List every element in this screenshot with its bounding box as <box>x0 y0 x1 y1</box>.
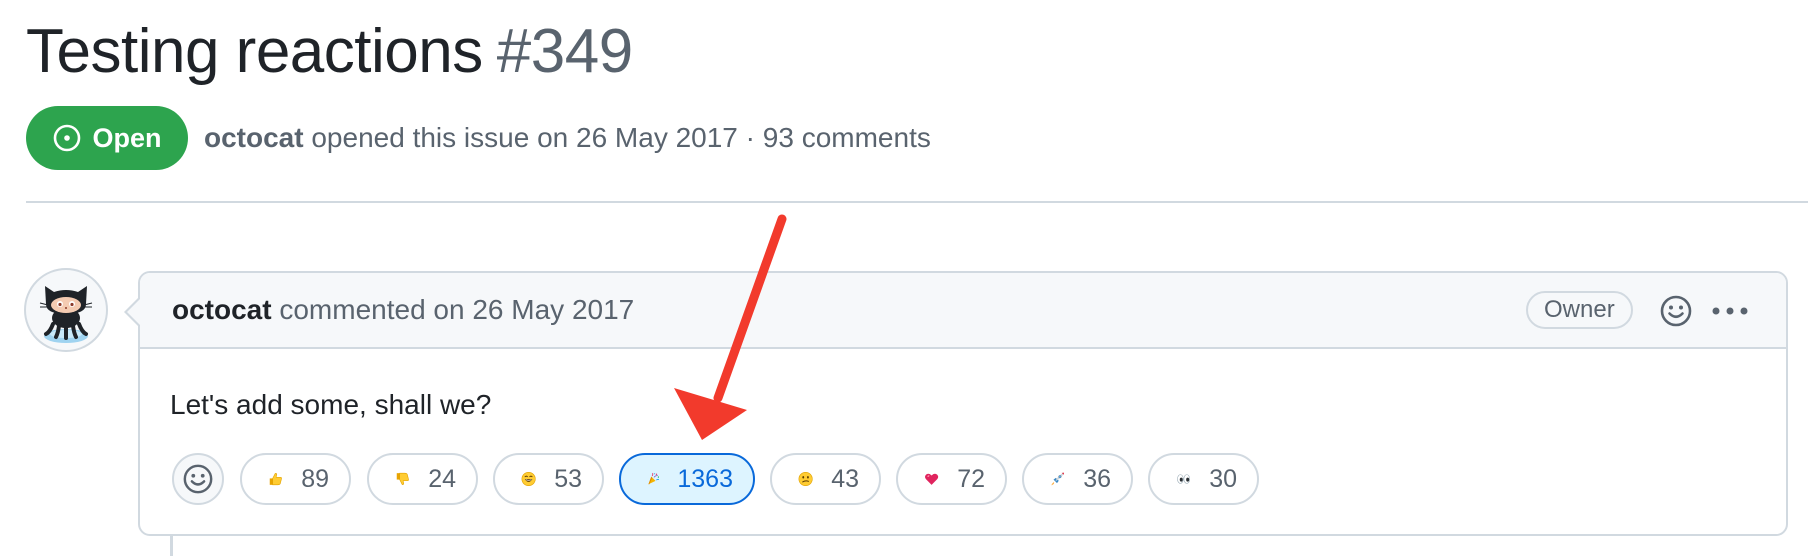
add-reaction-button[interactable] <box>172 453 224 505</box>
issue-author-link[interactable]: octocat <box>204 122 304 153</box>
issue-state-badge: Open <box>26 106 188 170</box>
party-popper-icon <box>648 472 660 485</box>
thumbs-down-icon <box>396 472 409 486</box>
reaction-laugh[interactable]: 53 <box>493 453 604 505</box>
reaction-rocket[interactable]: 36 <box>1022 453 1133 505</box>
reaction-confused[interactable]: 43 <box>770 453 881 505</box>
avatar[interactable] <box>24 268 108 352</box>
comment-header: octocat commented on 26 May 2017 Owner <box>140 273 1786 349</box>
kebab-horizontal-icon <box>1712 307 1748 315</box>
comment-meta: octocat commented on 26 May 2017 <box>172 293 634 327</box>
thumbs-up-icon <box>269 472 282 486</box>
reaction-count: 30 <box>1209 464 1237 493</box>
issue-meta: octocat opened this issue on 26 May 2017… <box>204 121 931 155</box>
owner-label: Owner <box>1526 291 1633 329</box>
smiley-icon <box>1660 295 1692 327</box>
comment-actions-button[interactable] <box>1708 291 1752 331</box>
reaction-count: 43 <box>831 464 859 493</box>
issue-comments-count: 93 comments <box>762 122 931 153</box>
octocat-avatar-icon <box>39 286 93 343</box>
confused-icon <box>798 471 813 487</box>
reaction-count: 36 <box>1083 464 1111 493</box>
eyes-icon <box>1177 474 1191 484</box>
issue-opened-text: opened this issue on 26 May 2017 <box>311 122 738 153</box>
reaction-eyes[interactable]: 30 <box>1148 453 1259 505</box>
reaction-count: 1363 <box>677 464 733 493</box>
header-divider <box>26 201 1808 203</box>
reaction-count: 53 <box>554 464 582 493</box>
issue-state-label: Open <box>92 122 162 153</box>
rocket-icon <box>1051 472 1065 486</box>
issue-title: Testing reactions #349 <box>26 14 633 90</box>
comment-caret-fill <box>127 298 141 326</box>
reaction-count: 24 <box>428 464 456 493</box>
issue-opened-icon <box>52 123 82 153</box>
reaction-count: 89 <box>301 464 329 493</box>
timeline-line <box>170 536 173 556</box>
reaction-thumbs-down[interactable]: 24 <box>367 453 478 505</box>
reaction-heart[interactable]: 72 <box>896 453 1007 505</box>
header-add-reaction-button[interactable] <box>1656 291 1696 331</box>
reaction-hooray[interactable]: 1363 <box>619 453 755 505</box>
issue-title-text: Testing reactions <box>26 17 483 86</box>
heart-icon <box>925 473 939 485</box>
smiley-icon <box>183 464 213 494</box>
issue-number: #349 <box>496 17 633 86</box>
timeline-comment: octocat commented on 26 May 2017 Owner L… <box>138 271 1788 536</box>
comment-body: Let's add some, shall we? <box>170 389 492 420</box>
laugh-icon <box>521 471 536 487</box>
reaction-thumbs-up[interactable]: 89 <box>240 453 351 505</box>
issue-meta-separator: · <box>745 122 755 153</box>
reaction-count: 72 <box>957 464 985 493</box>
comment-author-link[interactable]: octocat <box>172 294 272 325</box>
comment-action-text: commented on 26 May 2017 <box>279 294 635 325</box>
